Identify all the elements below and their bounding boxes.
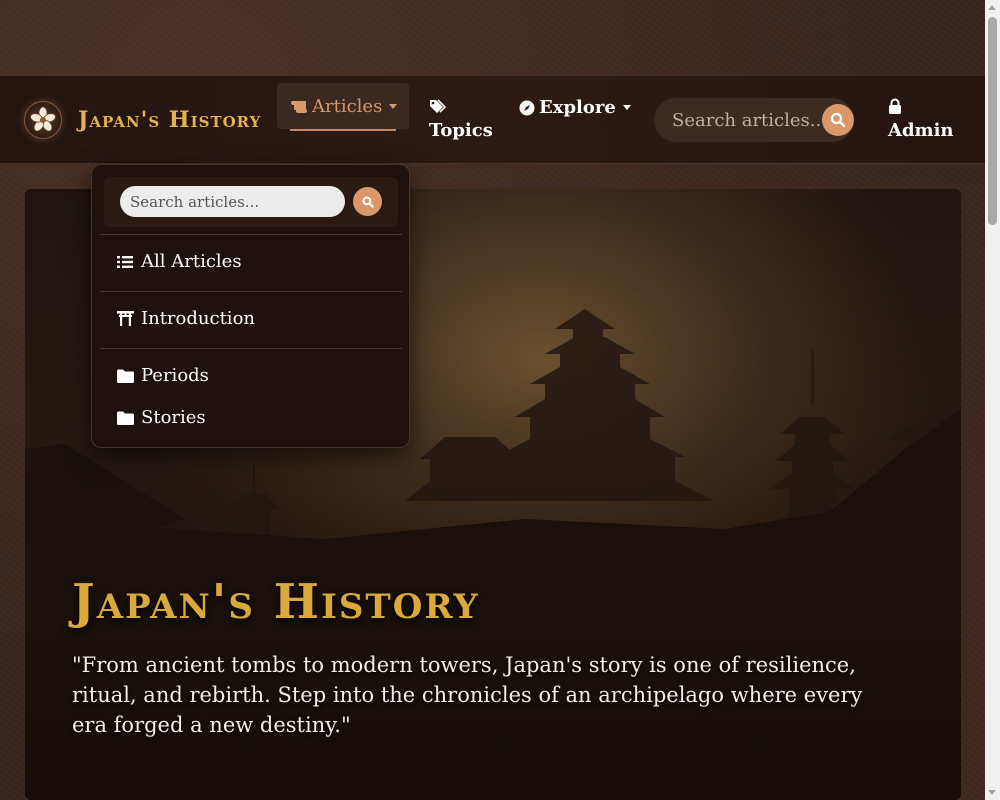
dropdown-item-label: Introduction xyxy=(141,308,255,329)
chevron-down-icon xyxy=(389,104,398,109)
nav-search-button[interactable] xyxy=(822,104,854,136)
dropdown-search-input[interactable] xyxy=(120,186,345,217)
main-navbar: Japan's History Articles Topics Explore … xyxy=(0,76,985,164)
dropdown-item-all-articles[interactable]: All Articles xyxy=(116,251,242,272)
hero-quote: "From ancient tombs to modern towers, Ja… xyxy=(72,653,863,737)
page-scrollbar[interactable] xyxy=(985,0,1000,800)
nav-topics-label: Topics xyxy=(429,120,493,141)
nav-topics-link[interactable]: Topics xyxy=(429,98,493,141)
dropdown-divider xyxy=(100,348,402,349)
nav-search-form xyxy=(654,98,854,142)
scroll-down-arrow-icon[interactable] xyxy=(988,790,996,795)
brand-title: Japan's History xyxy=(78,107,262,133)
folder-icon xyxy=(116,409,134,427)
dropdown-item-label: Periods xyxy=(141,365,209,386)
scroll-thumb[interactable] xyxy=(988,17,997,225)
list-icon xyxy=(116,253,134,271)
nav-explore-dropdown-toggle[interactable]: Explore xyxy=(519,97,631,118)
dropdown-item-introduction[interactable]: Introduction xyxy=(116,308,255,329)
nav-explore-label: Explore xyxy=(539,97,616,118)
nav-articles-dropdown-toggle[interactable]: Articles xyxy=(277,83,409,131)
scroll-up-arrow-icon[interactable] xyxy=(988,5,996,10)
folder-icon xyxy=(116,367,134,385)
dropdown-item-label: Stories xyxy=(141,407,206,428)
nav-articles-label: Articles xyxy=(312,96,383,117)
hero-title: Japan's History xyxy=(72,574,480,630)
dropdown-item-label: All Articles xyxy=(141,251,242,272)
chevron-down-icon xyxy=(622,105,631,110)
search-icon xyxy=(362,196,374,208)
compass-icon xyxy=(519,100,535,116)
mon-crest-logo-icon xyxy=(24,101,62,139)
torii-gate-icon xyxy=(116,310,134,328)
dropdown-divider xyxy=(100,291,402,292)
lock-icon xyxy=(888,98,954,118)
articles-dropdown-menu: All Articles Introduction Periods xyxy=(91,164,410,448)
scroll-icon xyxy=(290,100,308,114)
dropdown-item-stories[interactable]: Stories xyxy=(116,407,206,428)
nav-search-input[interactable] xyxy=(672,109,822,131)
dropdown-search-form xyxy=(104,177,398,227)
brand-link[interactable]: Japan's History xyxy=(24,100,261,140)
nav-admin-label: Admin xyxy=(888,120,954,141)
dropdown-divider xyxy=(100,234,402,235)
dropdown-search-button[interactable] xyxy=(353,187,382,216)
dropdown-item-periods[interactable]: Periods xyxy=(116,365,209,386)
nav-admin-link[interactable]: Admin xyxy=(888,98,954,141)
tags-icon xyxy=(429,98,493,118)
search-icon xyxy=(830,112,846,128)
